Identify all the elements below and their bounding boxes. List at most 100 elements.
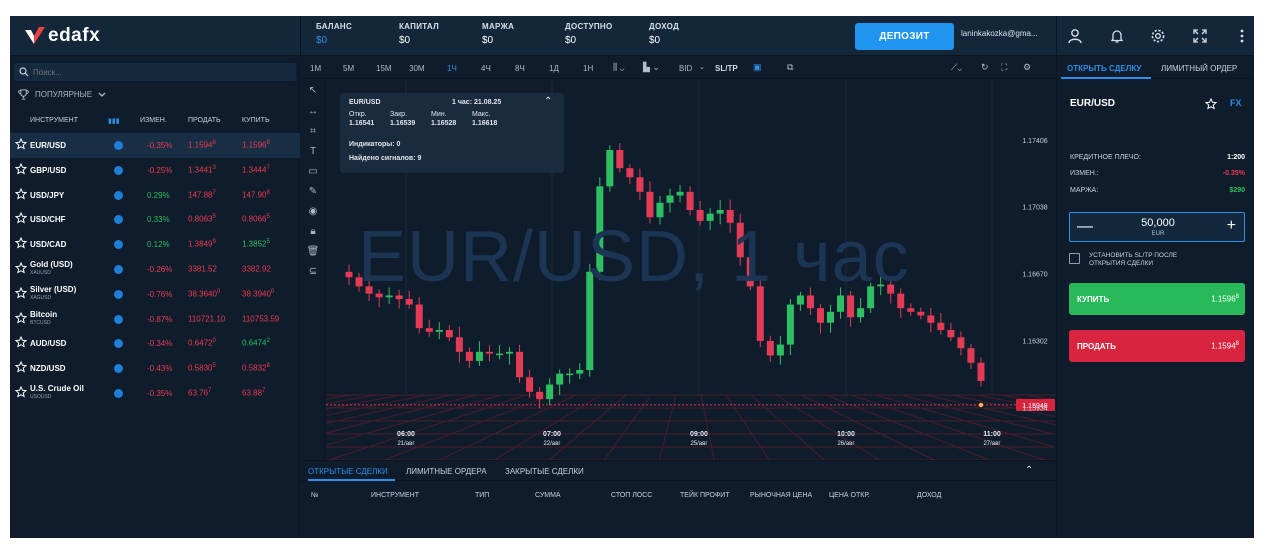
instrument-row[interactable]: USD/CAD 0.12% 1.38499 1.38525 (10, 232, 300, 257)
tab-limit-order[interactable]: ЛИМИТНЫЙ ОРДЕР (1161, 64, 1237, 73)
eye-icon[interactable]: ◉ (306, 204, 320, 218)
buy-button[interactable]: КУПИТЬ 1.15968 (1069, 283, 1245, 315)
instrument-sell-price[interactable]: 0.64720 (188, 338, 216, 348)
more-menu-icon[interactable] (1232, 26, 1252, 46)
price-type-select[interactable]: BID (679, 64, 692, 73)
favorite-star-icon[interactable] (14, 311, 28, 326)
sell-button[interactable]: ПРОДАТЬ 1.15948 (1069, 330, 1245, 362)
instrument-sell-price[interactable]: 147.887 (188, 190, 216, 200)
bell-icon[interactable] (1107, 26, 1127, 46)
screenshot-icon[interactable]: ▣ (753, 62, 762, 73)
instrument-row[interactable]: Silver (USD) XAGUSD -0.76% 38.36400 38.39400 (10, 282, 300, 307)
info-dot-icon[interactable] (114, 314, 123, 324)
timeframe-15m[interactable]: 15М (376, 64, 392, 73)
instrument-buy-price[interactable]: 38.39400 (242, 289, 274, 299)
info-dot-icon[interactable] (114, 339, 123, 349)
instrument-row[interactable]: GBP/USD -0.25% 1.34413 1.34447 (10, 158, 300, 183)
ruler-icon[interactable]: ▭ (306, 164, 320, 178)
info-dot-icon[interactable] (114, 364, 123, 374)
instrument-buy-price[interactable]: 110753.59 (242, 314, 279, 323)
col-chart-toggle-icon[interactable]: ▮▮▮ (108, 117, 120, 125)
instrument-buy-price[interactable]: 0.58328 (242, 363, 270, 373)
undo-icon[interactable]: ↻ (981, 62, 989, 73)
instrument-sell-price[interactable]: 1.34413 (188, 165, 216, 175)
timeframe-1d[interactable]: 1Д (549, 64, 559, 73)
gear-icon[interactable] (1148, 26, 1168, 46)
col-change[interactable]: ИЗМЕН. (140, 117, 167, 124)
copy-icon[interactable]: ⧉ (787, 62, 793, 73)
amount-value[interactable]: 50,000 (1070, 217, 1246, 229)
instrument-row[interactable]: USD/CHF 0.33% 0.80635 0.80665 (10, 207, 300, 232)
pencil-icon[interactable]: ✎ (306, 184, 320, 198)
instrument-buy-price[interactable]: 1.38525 (242, 239, 270, 249)
instrument-sell-price[interactable]: 63.767 (188, 388, 211, 398)
draw-line-icon[interactable]: ⟋⌄ (951, 62, 962, 73)
col-market-price[interactable]: РЫНОЧНАЯ ЦЕНА (750, 492, 812, 499)
favorite-star-icon[interactable] (14, 336, 28, 350)
timeframe-1h[interactable]: 1Ч (447, 64, 457, 73)
favorite-star-icon[interactable] (1204, 97, 1218, 115)
tab-limit-orders[interactable]: ЛИМИТНЫЕ ОРДЕРА (406, 467, 487, 476)
instrument-row[interactable]: NZD/USD -0.43% 0.58305 0.58328 (10, 356, 300, 381)
info-dot-icon[interactable] (114, 265, 123, 274)
col-profit[interactable]: ДОХОД (917, 492, 941, 499)
expand-panel-icon[interactable]: ⌃ (1025, 465, 1033, 476)
col-instrument[interactable]: ИНСТРУМЕНТ (30, 117, 78, 124)
instrument-buy-price[interactable]: 63.887 (242, 388, 265, 398)
favorite-star-icon[interactable] (14, 360, 28, 375)
col-take-profit[interactable]: ТЕЙК ПРОФИТ (680, 492, 730, 499)
favorite-star-icon[interactable] (14, 236, 28, 251)
tab-open-trades[interactable]: ОТКРЫТЫЕ СДЕЛКИ (308, 467, 388, 476)
instrument-buy-price[interactable]: 0.64742 (242, 338, 270, 348)
col-type[interactable]: ТИП (475, 492, 489, 499)
info-dot-icon[interactable] (114, 389, 123, 398)
timeframe-8h[interactable]: 8Ч (515, 64, 525, 73)
instrument-sell-price[interactable]: 0.58305 (188, 363, 216, 373)
chart-type-icon[interactable]: ▙ ⌄ (643, 62, 660, 73)
timeframe-1m[interactable]: 1М (310, 64, 321, 73)
instrument-sell-price[interactable]: 1.38499 (188, 239, 216, 249)
col-number[interactable]: № (311, 492, 319, 499)
instrument-buy-price[interactable]: 1.34447 (242, 165, 270, 175)
popular-filter[interactable]: ПОПУЛЯРНЫЕ (18, 89, 106, 100)
timeframe-1w[interactable]: 1Н (583, 64, 593, 73)
favorite-star-icon[interactable] (14, 137, 28, 152)
instrument-buy-price[interactable]: 1.15968 (242, 140, 270, 150)
instrument-buy-price[interactable]: 0.80665 (242, 214, 270, 224)
instrument-sell-price[interactable]: 0.80635 (188, 214, 216, 224)
instrument-sell-price[interactable]: 3381.52 (188, 264, 217, 274)
magnet-icon[interactable]: ⊆ (306, 264, 320, 278)
timeframe-4h[interactable]: 4Ч (481, 64, 491, 73)
collapse-icon[interactable]: ⌃ (544, 96, 552, 107)
text-icon[interactable]: T (306, 144, 320, 158)
instrument-row[interactable]: AUD/USD -0.34% 0.64720 0.64742 (10, 331, 300, 356)
info-dot-icon[interactable] (114, 141, 123, 150)
col-instrument[interactable]: ИНСТРУМЕНТ (371, 492, 419, 499)
instrument-buy-price[interactable]: 3382.92 (242, 264, 271, 274)
timeframe-5m[interactable]: 5М (343, 64, 354, 73)
cursor-icon[interactable]: ↖ (306, 83, 320, 97)
search-box[interactable] (14, 63, 296, 81)
checkbox[interactable] (1069, 253, 1080, 264)
instrument-row[interactable]: Bitcoin BTCUSD -0.87% 110721.10 110753.59 (10, 307, 300, 332)
fullscreen-icon[interactable] (1190, 26, 1210, 46)
plus-icon[interactable]: + (1227, 217, 1236, 235)
timeframe-30m[interactable]: 30М (409, 64, 425, 73)
favorite-star-icon[interactable] (14, 261, 28, 276)
user-email[interactable]: laninkakozka@gma... (961, 29, 1038, 38)
info-dot-icon[interactable] (114, 165, 123, 175)
user-icon[interactable] (1065, 26, 1085, 46)
col-sell[interactable]: ПРОДАТЬ (188, 117, 221, 124)
lock-icon[interactable]: 🔒︎ (306, 224, 320, 238)
favorite-star-icon[interactable] (14, 162, 28, 177)
instrument-sell-price[interactable]: 38.36400 (188, 289, 220, 299)
instrument-row[interactable]: USD/JPY 0.29% 147.887 147.908 (10, 183, 300, 208)
instrument-sell-price[interactable]: 1.15948 (188, 140, 216, 150)
instrument-buy-price[interactable]: 147.908 (242, 190, 270, 200)
rectangle-icon[interactable]: ⌗ (306, 124, 320, 138)
instrument-row[interactable]: Gold (USD) XAUUSD -0.26% 3381.52 3382.92 (10, 257, 300, 282)
favorite-star-icon[interactable] (14, 187, 28, 202)
chevron-down-icon[interactable]: ⌄ (699, 63, 705, 71)
search-input[interactable] (33, 67, 273, 77)
col-amount[interactable]: СУММА (535, 492, 561, 499)
